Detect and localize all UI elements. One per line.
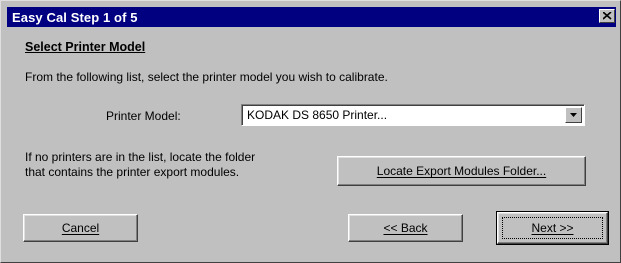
instructions-text: From the following list, select the prin… <box>25 70 388 84</box>
locate-help-text: If no printers are in the list, locate t… <box>25 150 325 180</box>
locate-button-label: Locate Export Modules Folder... <box>376 164 547 178</box>
back-button[interactable]: << Back <box>348 214 463 242</box>
locate-help-line-1: If no printers are in the list, locate t… <box>25 150 256 164</box>
section-heading: Select Printer Model <box>25 40 146 54</box>
next-button[interactable]: Next >> <box>496 211 609 245</box>
printer-model-select[interactable]: KODAK DS 8650 Printer... <box>241 104 585 126</box>
close-button[interactable] <box>599 9 615 23</box>
window-title: Easy Cal Step 1 of 5 <box>12 10 138 25</box>
back-button-label: << Back <box>383 221 428 235</box>
focus-ring <box>502 217 603 239</box>
locate-help-line-2: that contains the printer export modules… <box>25 165 240 179</box>
chevron-down-icon <box>570 113 577 117</box>
cancel-button-label: Cancel <box>61 221 100 235</box>
printer-model-label: Printer Model: <box>106 109 181 123</box>
dropdown-button[interactable] <box>565 107 582 123</box>
cancel-button[interactable]: Cancel <box>23 214 138 242</box>
title-bar[interactable]: Easy Cal Step 1 of 5 <box>7 7 616 27</box>
printer-model-value: KODAK DS 8650 Printer... <box>247 108 388 122</box>
close-icon <box>603 12 612 20</box>
easy-cal-dialog: Easy Cal Step 1 of 5 Select Printer Mode… <box>0 0 621 263</box>
locate-export-modules-button[interactable]: Locate Export Modules Folder... <box>337 156 586 186</box>
